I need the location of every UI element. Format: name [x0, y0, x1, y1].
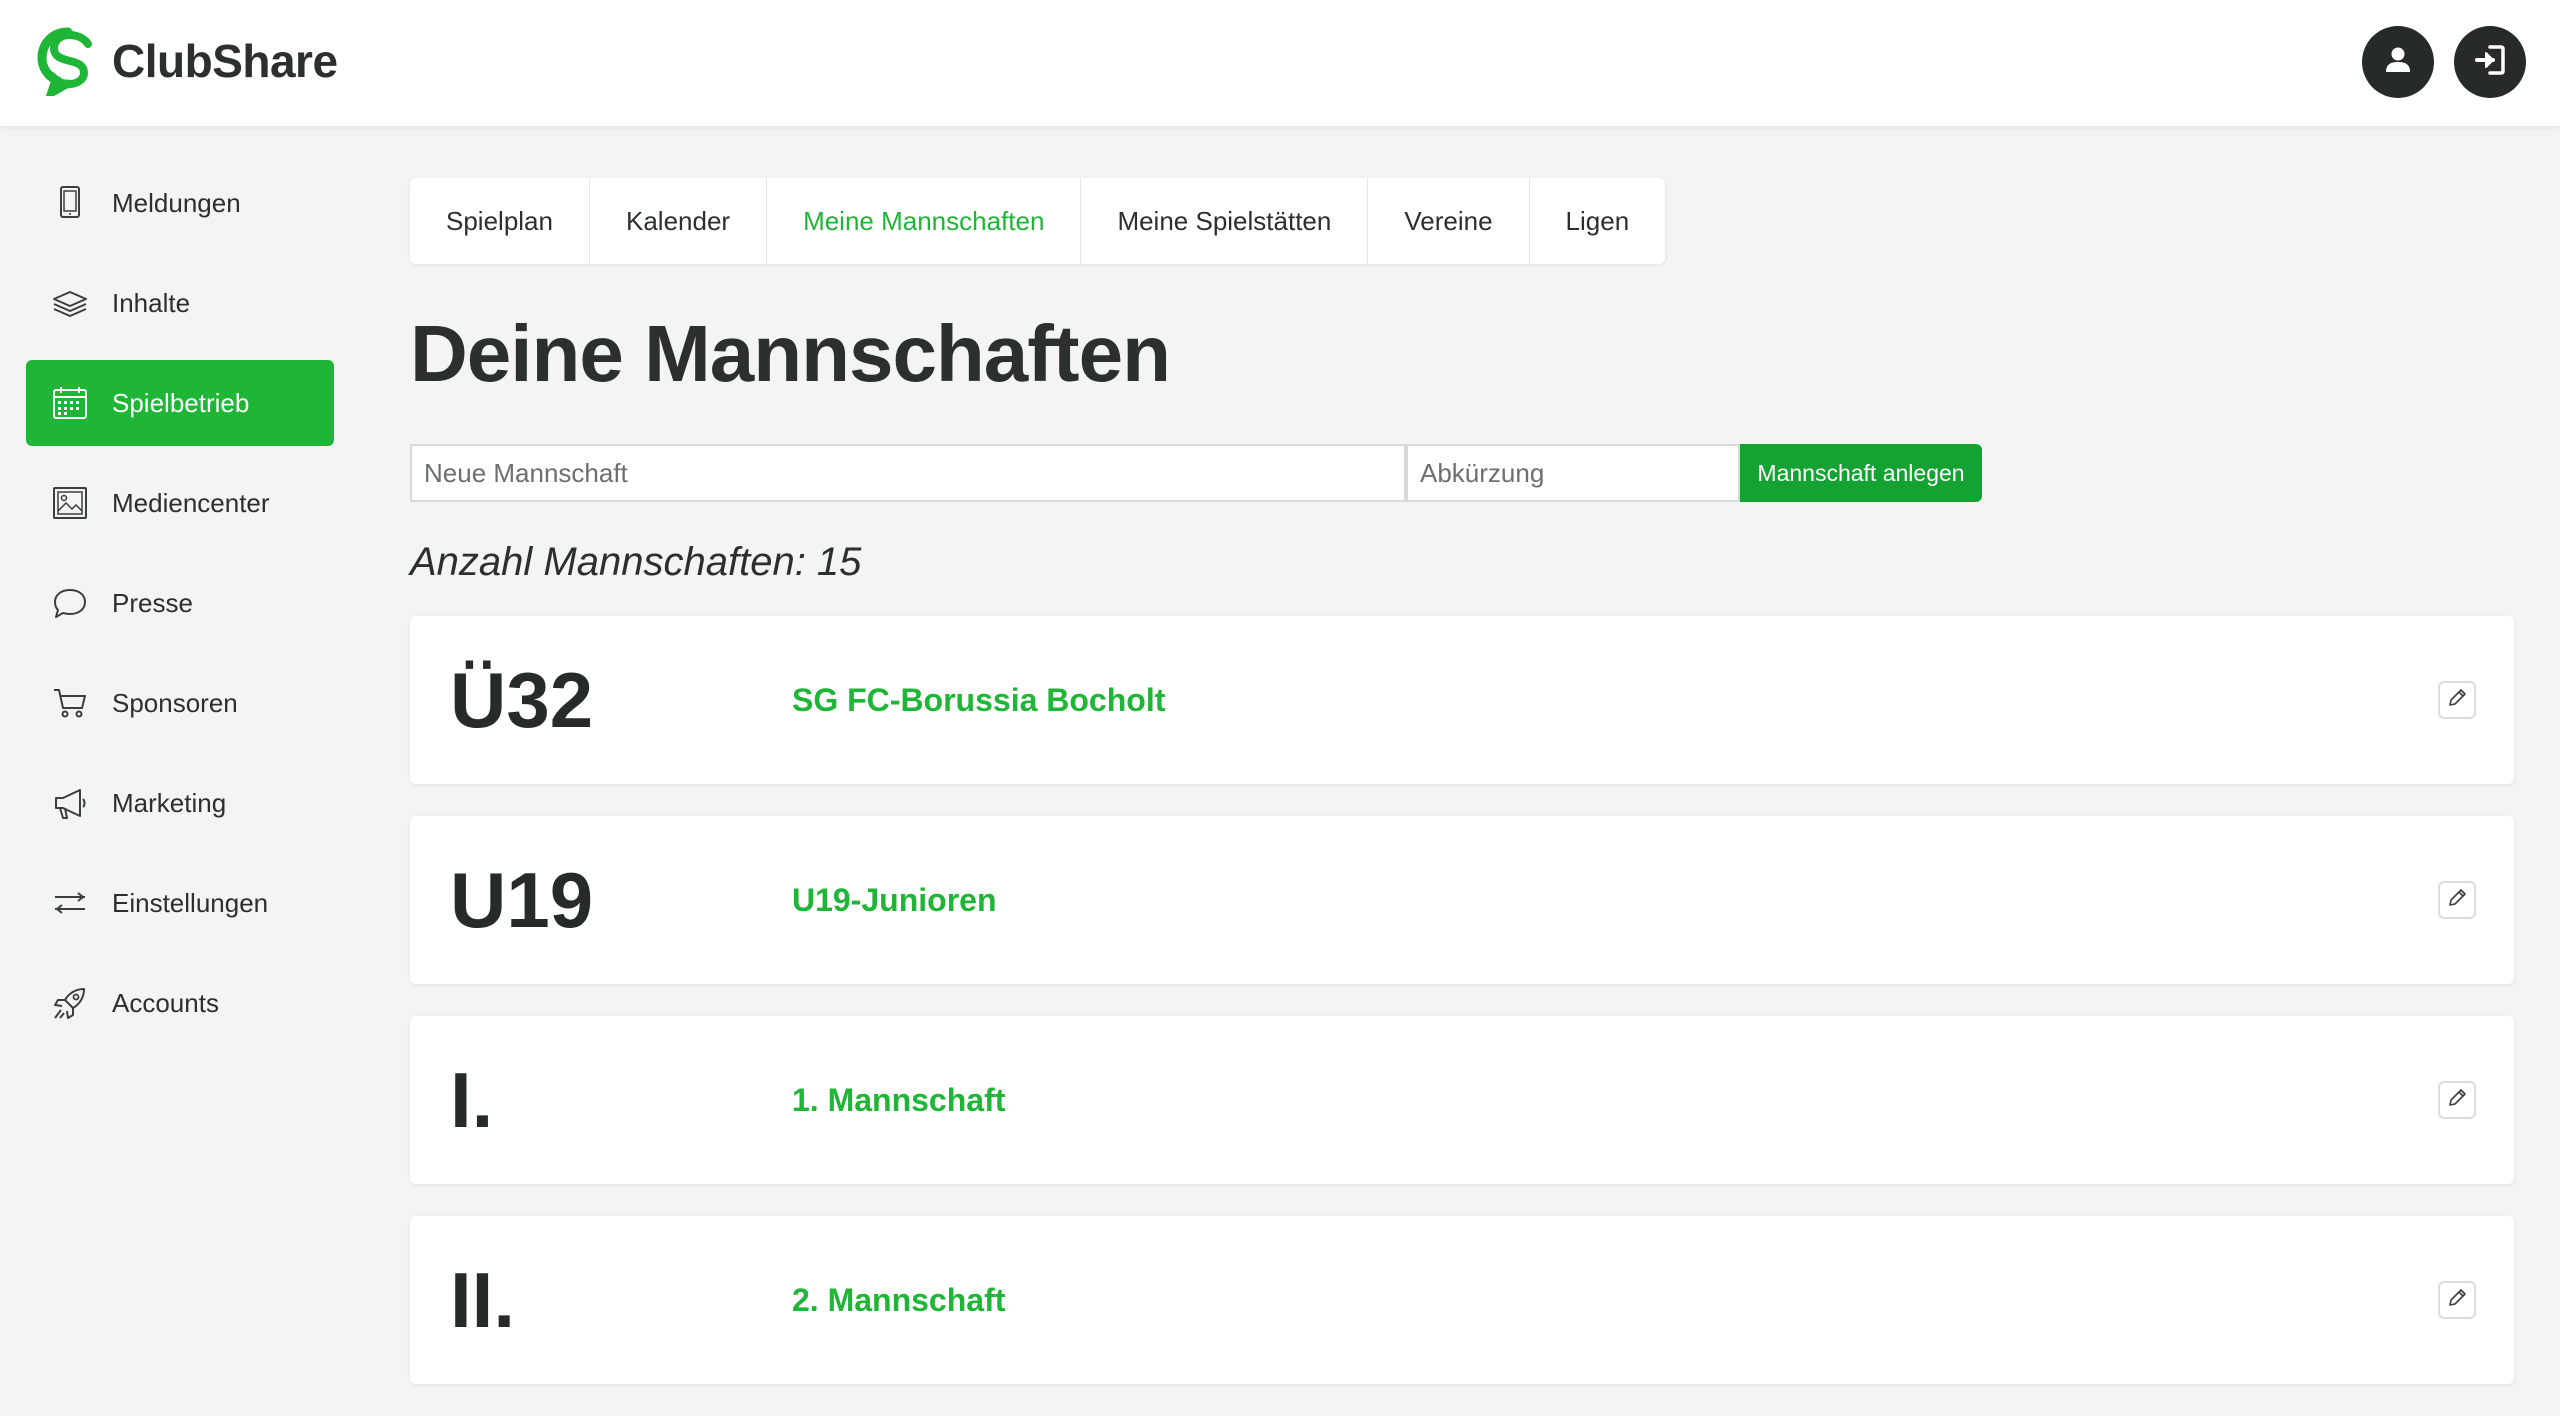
team-abbreviation: II. — [450, 1255, 516, 1344]
team-name-input[interactable] — [410, 444, 1406, 502]
logout-icon — [2473, 43, 2507, 82]
sidebar-item-label: Mediencenter — [112, 487, 270, 518]
image-icon — [50, 483, 90, 523]
sidebar-item-mediencenter[interactable]: Mediencenter — [26, 460, 334, 546]
edit-team-button[interactable] — [2438, 1281, 2476, 1319]
edit-team-button[interactable] — [2438, 881, 2476, 919]
rocket-icon — [50, 983, 90, 1023]
team-abbreviation-input[interactable] — [1406, 444, 1740, 502]
sidebar-item-meldungen[interactable]: Meldungen — [26, 160, 334, 246]
sidebar-item-presse[interactable]: Presse — [26, 560, 334, 646]
sidebar-item-einstellungen[interactable]: Einstellungen — [26, 860, 334, 946]
tab-spielplan[interactable]: Spielplan — [410, 178, 590, 264]
team-card[interactable]: Ü32 SG FC-Borussia Bocholt — [410, 616, 2514, 784]
megaphone-icon — [50, 783, 90, 823]
sidebar-item-spielbetrieb[interactable]: Spielbetrieb — [26, 360, 334, 446]
pencil-icon — [2446, 687, 2468, 714]
team-abbreviation: Ü32 — [450, 655, 594, 744]
team-abbreviation: U19 — [450, 855, 594, 944]
sidebar-item-label: Sponsoren — [112, 687, 238, 718]
app-name: ClubShare — [112, 35, 338, 87]
team-card[interactable]: II. 2. Mannschaft — [410, 1216, 2514, 1384]
pencil-icon — [2446, 1087, 2468, 1114]
logo[interactable]: ClubShare — [36, 26, 338, 102]
tab-vereine[interactable]: Vereine — [1368, 178, 1530, 264]
team-name-link[interactable]: SG FC-Borussia Bocholt — [792, 682, 1165, 719]
sidebar-item-label: Spielbetrieb — [112, 387, 250, 418]
chat-bubble-icon — [50, 583, 90, 623]
create-team-form: Mannschaft anlegen — [410, 444, 1982, 502]
team-abbreviation: I. — [450, 1055, 494, 1144]
tab-kalender[interactable]: Kalender — [590, 178, 768, 264]
edit-team-button[interactable] — [2438, 1081, 2476, 1119]
sidebar-item-label: Einstellungen — [112, 887, 269, 918]
layers-icon — [50, 283, 90, 323]
sidebar: Meldungen Inhalte Spielbetrieb Mediencen… — [26, 160, 334, 1060]
page-title: Deine Mannschaften — [410, 309, 1171, 398]
team-name-link[interactable]: U19-Junioren — [792, 882, 996, 919]
edit-team-button[interactable] — [2438, 681, 2476, 719]
sidebar-item-label: Inhalte — [112, 287, 191, 318]
clubshare-logo-icon — [36, 26, 100, 102]
calendar-icon — [50, 383, 90, 423]
tab-ligen[interactable]: Ligen — [1530, 178, 1666, 264]
pencil-icon — [2446, 887, 2468, 914]
sidebar-item-label: Meldungen — [112, 187, 241, 218]
tab-meine-spielstaetten[interactable]: Meine Spielstätten — [1081, 178, 1369, 264]
pencil-icon — [2446, 1287, 2468, 1314]
tab-meine-mannschaften[interactable]: Meine Mannschaften — [767, 178, 1082, 264]
user-button[interactable] — [2362, 26, 2434, 98]
tablet-icon — [50, 183, 90, 223]
logout-button[interactable] — [2454, 26, 2526, 98]
sidebar-item-label: Marketing — [112, 787, 227, 818]
sidebar-item-marketing[interactable]: Marketing — [26, 760, 334, 846]
team-card[interactable]: I. 1. Mannschaft — [410, 1016, 2514, 1184]
sidebar-item-inhalte[interactable]: Inhalte — [26, 260, 334, 346]
team-count: Anzahl Mannschaften: 15 — [410, 540, 862, 584]
sidebar-item-sponsoren[interactable]: Sponsoren — [26, 660, 334, 746]
sidebar-item-accounts[interactable]: Accounts — [26, 960, 334, 1046]
user-icon — [2382, 44, 2414, 81]
team-list: Ü32 SG FC-Borussia Bocholt U19 U19-Junio… — [410, 616, 2514, 1416]
team-name-link[interactable]: 1. Mannschaft — [792, 1082, 1005, 1119]
top-bar: ClubShare — [0, 0, 2560, 126]
cart-icon — [50, 683, 90, 723]
create-team-button[interactable]: Mannschaft anlegen — [1740, 444, 1982, 502]
team-name-link[interactable]: 2. Mannschaft — [792, 1282, 1005, 1319]
sliders-icon — [50, 883, 90, 923]
team-card[interactable]: U19 U19-Junioren — [410, 816, 2514, 984]
sidebar-item-label: Accounts — [112, 987, 219, 1018]
section-tabs: Spielplan Kalender Meine Mannschaften Me… — [410, 178, 1666, 264]
sidebar-item-label: Presse — [112, 587, 193, 618]
